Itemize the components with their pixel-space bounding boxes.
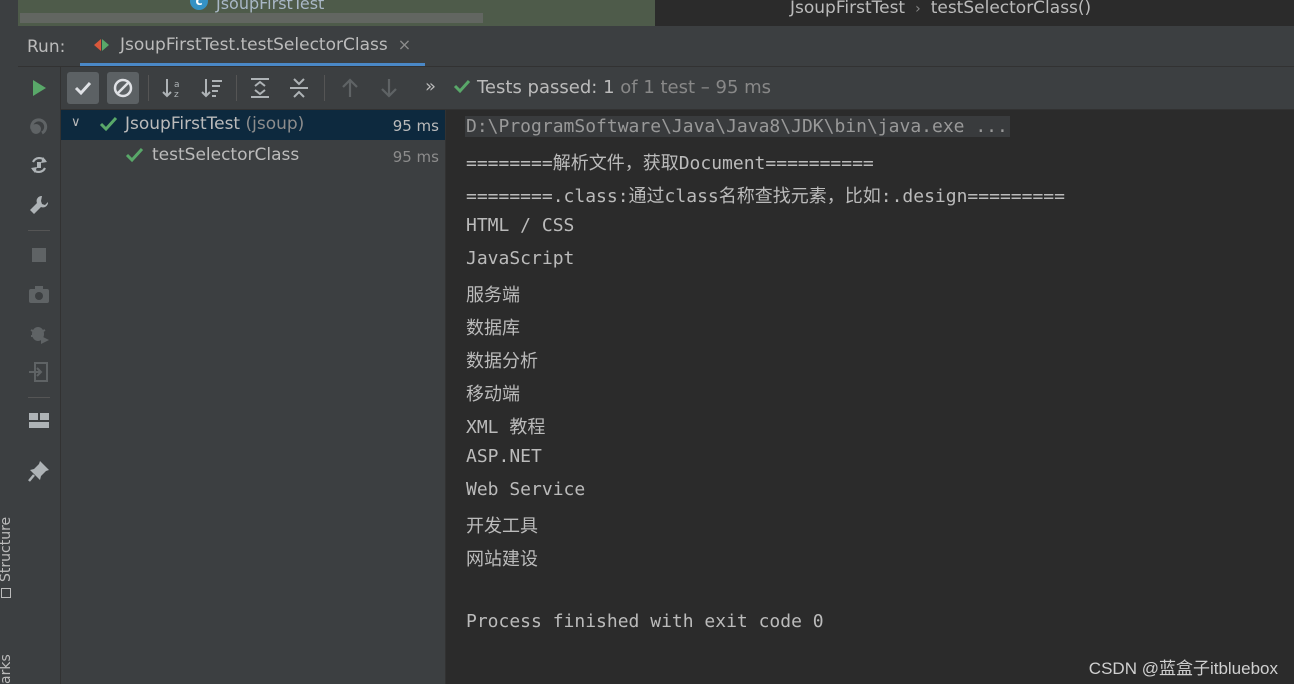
toolbar-overflow-button[interactable]: » <box>425 76 436 97</box>
debug-button[interactable] <box>27 321 51 345</box>
exit-icon <box>29 362 48 382</box>
collapse-all-icon <box>290 78 308 98</box>
console-line: 数据分析 <box>466 351 538 372</box>
sort-alpha-icon: az <box>162 79 180 100</box>
console-line: ASP.NET <box>466 446 542 467</box>
stop-button[interactable] <box>27 243 51 267</box>
separator <box>148 75 149 101</box>
layout-icon <box>29 413 49 428</box>
test-class-name: JsoupFirstTest (jsoup) <box>125 114 305 134</box>
chevron-down-icon[interactable]: ∨ <box>71 115 81 130</box>
breadcrumb-method[interactable]: testSelectorClass() <box>931 0 1091 18</box>
passed-check-icon <box>453 79 471 94</box>
breadcrumb-separator-icon: › <box>915 1 921 17</box>
console-line: XML 教程 <box>466 417 546 438</box>
editor-area: c JsoupFirstTest JsoupFirstTest › testSele… <box>18 0 1294 26</box>
wrench-icon <box>30 195 49 214</box>
console-line: ========解析文件，获取Document========== <box>466 153 874 174</box>
structure-tool-tab[interactable]: Structure <box>0 517 14 598</box>
rerun-failed-button[interactable] <box>27 114 51 138</box>
expand-all-icon <box>251 78 269 98</box>
status-detail: of 1 test – 95 ms <box>620 77 772 98</box>
status-passed-label: Tests passed: <box>477 77 598 98</box>
settings-button[interactable] <box>27 193 51 217</box>
camera-icon <box>29 286 49 303</box>
rerun-button[interactable] <box>27 76 51 100</box>
exit-button[interactable] <box>27 360 51 384</box>
run-actions-column <box>18 67 61 684</box>
passed-check-icon <box>125 147 144 163</box>
run-icon <box>33 80 46 96</box>
console-line: ========.class:通过class名称查找元素，比如:.design=… <box>466 186 1065 207</box>
separator <box>28 397 50 398</box>
show-ignored-toggle[interactable] <box>107 72 139 104</box>
console-line: 网站建设 <box>466 549 538 570</box>
breadcrumb: JsoupFirstTest › testSelectorClass() <box>790 0 1091 18</box>
svg-text:a: a <box>174 80 180 90</box>
separator <box>236 75 237 101</box>
ignored-icon <box>113 78 133 98</box>
arrow-down-icon <box>381 79 397 98</box>
separator <box>28 230 50 231</box>
dump-threads-button[interactable] <box>27 282 51 306</box>
auto-test-icon <box>31 156 47 174</box>
editor-file-label[interactable]: JsoupFirstTest <box>216 0 324 13</box>
console-exit-line: Process finished with exit code 0 <box>466 611 824 632</box>
next-failed-button[interactable] <box>373 72 405 104</box>
toggle-auto-test-button[interactable] <box>27 153 51 177</box>
test-runner-toolbar: az » Tests passed: 1 of 1 test – 95 ms <box>61 67 1294 110</box>
test-method-name: testSelectorClass <box>152 145 300 165</box>
tree-row-test-method[interactable]: testSelectorClass 95 ms <box>61 141 445 171</box>
run-config-tab[interactable]: JsoupFirstTest.testSelectorClass × <box>80 26 426 66</box>
rerun-failed-icon <box>30 118 48 135</box>
arrow-up-icon <box>342 78 358 97</box>
bug-icon <box>30 327 49 344</box>
console-command-line[interactable]: D:\ProgramSoftware\Java\Java8\JDK\bin\ja… <box>465 116 1010 137</box>
test-results-tree: ∨ JsoupFirstTest (jsoup) 95 ms testSelec… <box>61 110 446 684</box>
previous-failed-button[interactable] <box>334 72 366 104</box>
console-line: HTML / CSS <box>466 215 575 236</box>
run-tab-label: JsoupFirstTest.testSelectorClass <box>120 34 388 55</box>
sort-duration-icon <box>201 79 222 98</box>
structure-icon <box>1 588 11 598</box>
breadcrumb-class[interactable]: JsoupFirstTest <box>790 0 905 18</box>
console-line: 移动端 <box>466 384 520 405</box>
check-icon <box>74 81 92 96</box>
editor-scrollbar[interactable] <box>20 13 483 23</box>
console-line: JavaScript <box>466 248 575 269</box>
test-config-icon <box>94 38 112 52</box>
pin-icon <box>28 461 49 482</box>
watermark: CSDN @蓝盒子itbluebox <box>1088 659 1278 678</box>
run-tool-window-header: Run: JsoupFirstTest.testSelectorClass × <box>18 26 1294 67</box>
status-count: 1 <box>603 77 615 98</box>
editor-left-pane: c JsoupFirstTest <box>18 0 655 26</box>
collapse-all-button[interactable] <box>283 72 315 104</box>
class-icon: c <box>190 0 208 10</box>
left-tool-stripe: Structure arks <box>0 0 19 684</box>
test-duration: 95 ms <box>392 148 439 166</box>
console-line: 服务端 <box>466 285 520 306</box>
tests-status: Tests passed: 1 of 1 test – 95 ms <box>453 77 771 98</box>
console-output[interactable]: D:\ProgramSoftware\Java\Java8\JDK\bin\ja… <box>446 110 1294 684</box>
pin-tab-button[interactable] <box>27 459 51 483</box>
close-tab-icon[interactable]: × <box>398 35 411 54</box>
passed-check-icon <box>99 116 118 132</box>
show-passed-toggle[interactable] <box>67 72 99 104</box>
stop-icon <box>32 248 46 262</box>
console-line: 数据库 <box>466 318 520 339</box>
console-line: Web Service <box>466 479 586 500</box>
test-duration: 95 ms <box>392 117 439 135</box>
tree-row-test-class[interactable]: ∨ JsoupFirstTest (jsoup) 95 ms <box>61 110 445 140</box>
expand-all-button[interactable] <box>244 72 276 104</box>
layout-button[interactable] <box>27 409 51 433</box>
sort-by-duration-button[interactable] <box>196 72 228 104</box>
console-line: 开发工具 <box>466 516 538 537</box>
separator <box>324 75 325 101</box>
svg-text:z: z <box>174 90 179 100</box>
bookmarks-tool-tab[interactable]: arks <box>0 654 14 684</box>
run-title: Run: <box>27 37 66 57</box>
sort-alphabetically-button[interactable]: az <box>157 72 189 104</box>
